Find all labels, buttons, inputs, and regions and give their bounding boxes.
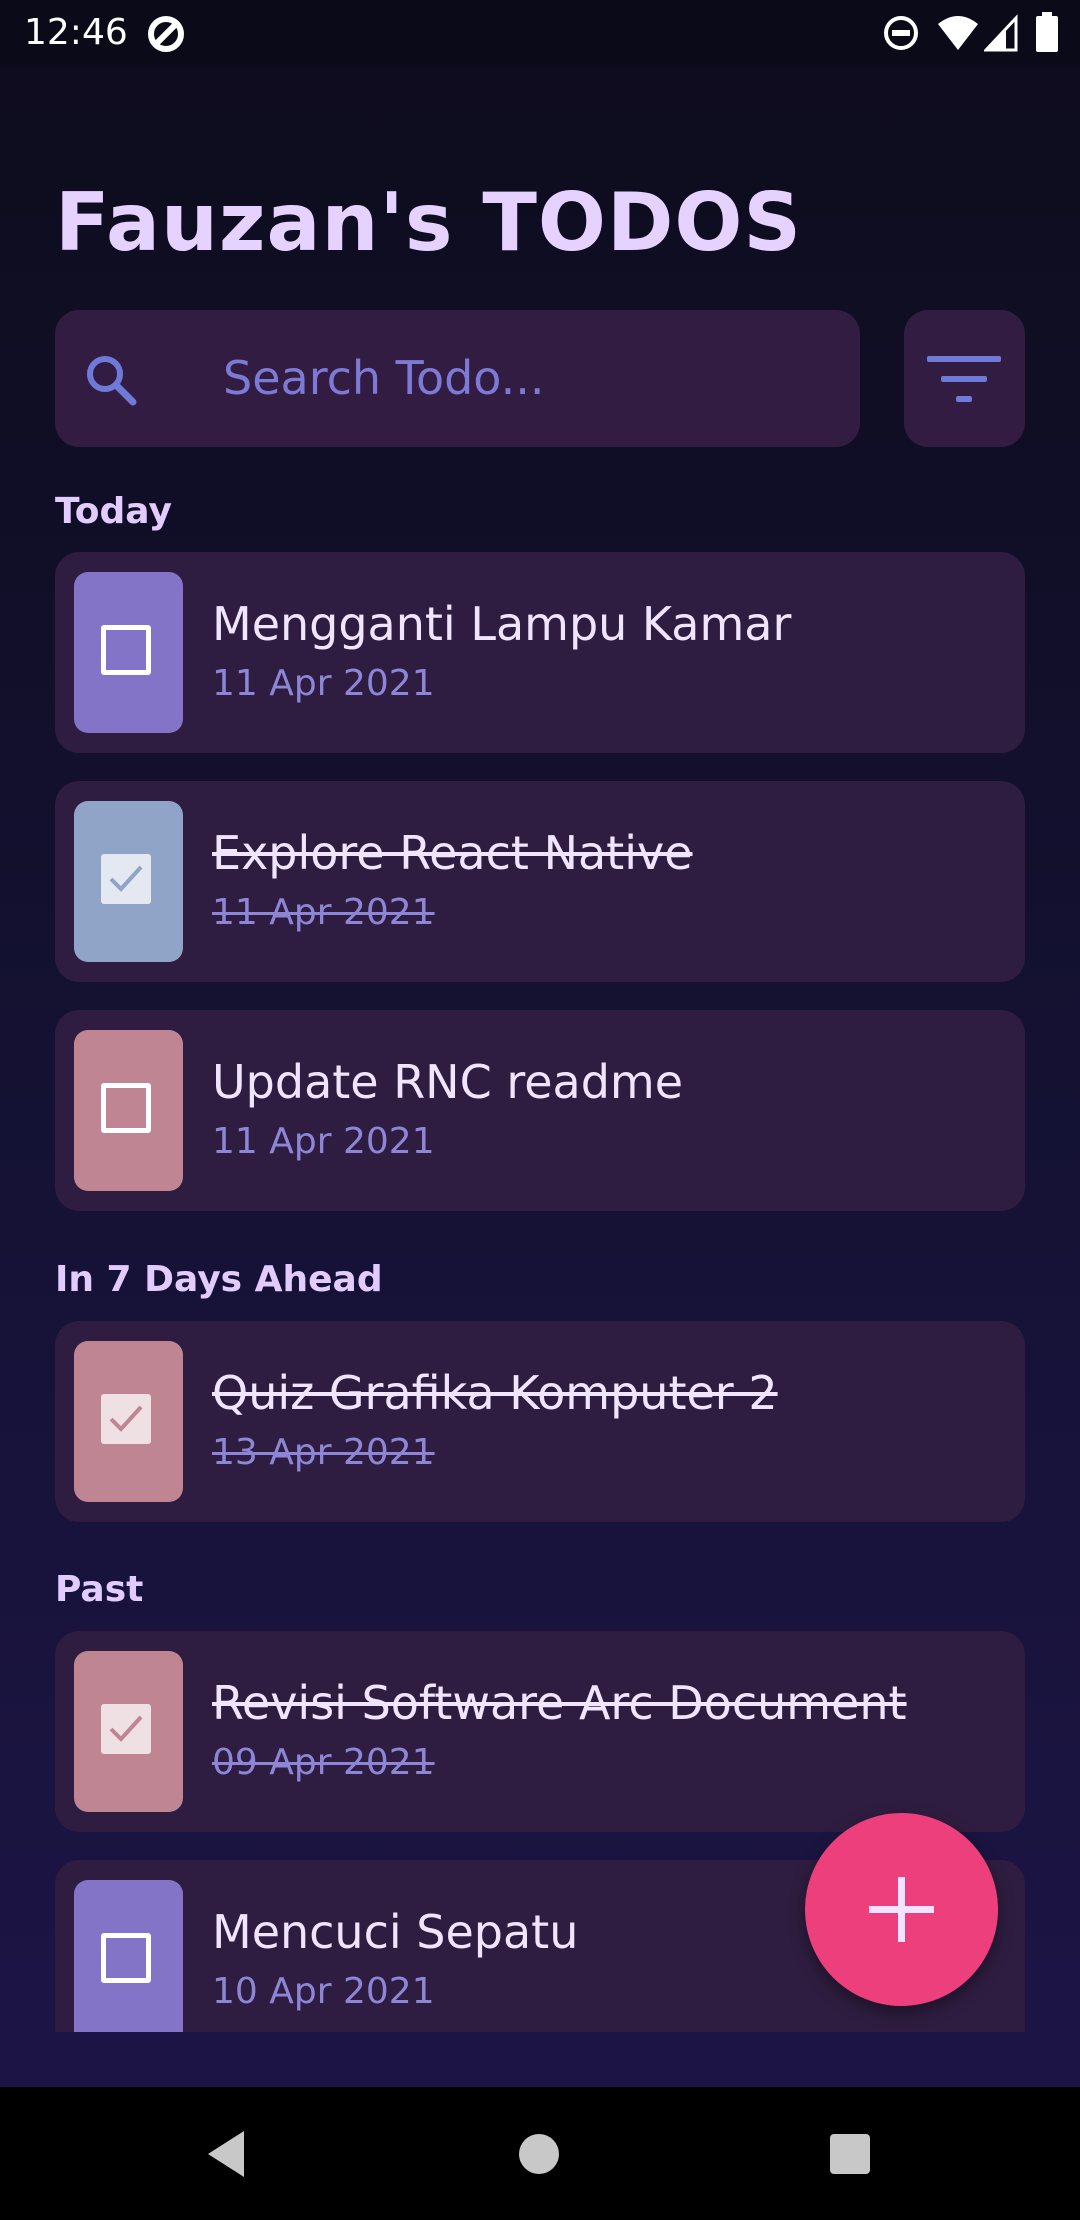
todo-title: Mencuci Sepatu xyxy=(212,1905,579,1959)
back-icon[interactable] xyxy=(204,2129,248,2179)
section-label-ahead: In 7 Days Ahead xyxy=(55,1259,383,1300)
checkbox-checked-icon xyxy=(101,1394,151,1444)
check-icon xyxy=(109,1405,143,1432)
status-time: 12:46 xyxy=(24,12,128,53)
todo-title: Revisi Software Arc Document xyxy=(212,1676,907,1730)
home-icon[interactable] xyxy=(517,2132,561,2176)
todo-date: 11 Apr 2021 xyxy=(212,663,435,704)
todo-date: 09 Apr 2021 xyxy=(212,1742,435,1783)
todo-item[interactable]: Quiz Grafika Komputer 2 13 Apr 2021 xyxy=(55,1321,1025,1522)
section-label-past: Past xyxy=(55,1569,144,1610)
todo-checkbox[interactable] xyxy=(74,572,183,733)
plus-icon xyxy=(869,1877,934,1942)
search-bar[interactable] xyxy=(55,310,860,447)
filter-icon xyxy=(927,356,1001,402)
checkbox-checked-icon xyxy=(101,1704,151,1754)
check-icon xyxy=(109,1715,143,1742)
todo-item[interactable]: Update RNC readme 11 Apr 2021 xyxy=(55,1010,1025,1211)
todo-screen: 12:46 Fauzan's TODOS Search Todo... Toda… xyxy=(0,0,1080,2220)
page-title: Fauzan's TODOS xyxy=(55,176,802,269)
todo-checkbox[interactable] xyxy=(74,1030,183,1191)
checkbox-checked-icon xyxy=(101,854,151,904)
filter-button[interactable] xyxy=(904,310,1025,447)
data-saver-icon xyxy=(148,16,184,52)
todo-title: Update RNC readme xyxy=(212,1055,684,1109)
cellular-signal-icon xyxy=(984,14,1018,52)
todo-title: Quiz Grafika Komputer 2 xyxy=(212,1366,778,1420)
add-todo-button[interactable] xyxy=(805,1813,998,2006)
todo-checkbox[interactable] xyxy=(74,1880,183,2032)
todo-item[interactable]: Revisi Software Arc Document 09 Apr 2021 xyxy=(55,1631,1025,1832)
navigation-bar xyxy=(0,2087,1080,2220)
todo-title: Explore React Native xyxy=(212,826,693,880)
todo-date: 10 Apr 2021 xyxy=(212,1971,435,2012)
do-not-disturb-icon xyxy=(884,16,918,50)
search-input[interactable] xyxy=(223,340,823,416)
battery-icon xyxy=(1036,12,1058,52)
todo-item[interactable]: Explore React Native 11 Apr 2021 xyxy=(55,781,1025,982)
todo-date: 11 Apr 2021 xyxy=(212,1121,435,1162)
recents-icon[interactable] xyxy=(828,2132,872,2176)
checkbox-unchecked-icon xyxy=(101,1083,151,1133)
todo-date: 11 Apr 2021 xyxy=(212,892,435,933)
checkbox-unchecked-icon xyxy=(101,625,151,675)
checkbox-unchecked-icon xyxy=(101,1933,151,1983)
todo-checkbox[interactable] xyxy=(74,801,183,962)
status-bar: 12:46 xyxy=(0,0,1080,66)
section-label-today: Today xyxy=(55,491,172,532)
todo-checkbox[interactable] xyxy=(74,1651,183,1812)
todo-title: Mengganti Lampu Kamar xyxy=(212,597,792,651)
wifi-icon xyxy=(938,16,978,50)
todo-checkbox[interactable] xyxy=(74,1341,183,1502)
search-icon xyxy=(87,356,137,406)
todo-date: 13 Apr 2021 xyxy=(212,1432,435,1473)
check-icon xyxy=(109,865,143,892)
todo-item[interactable]: Mengganti Lampu Kamar 11 Apr 2021 xyxy=(55,552,1025,753)
